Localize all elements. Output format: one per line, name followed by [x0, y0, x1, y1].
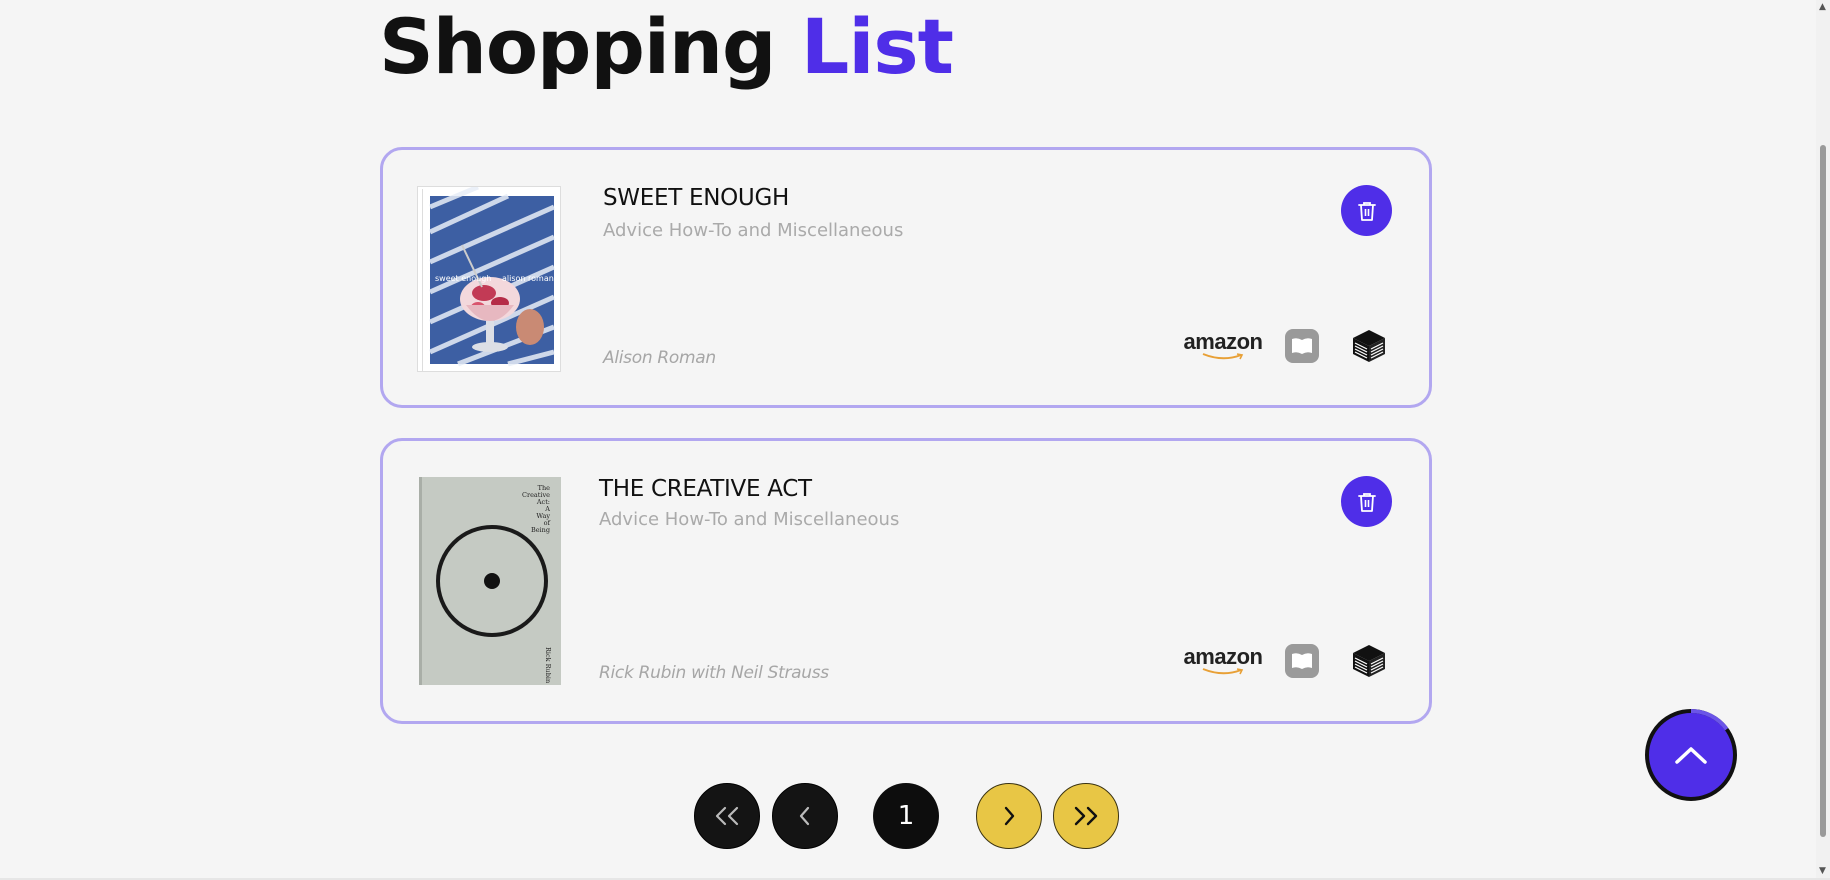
- amazon-logo: amazon: [1183, 329, 1263, 354]
- cover-title-line: Being: [531, 526, 550, 534]
- last-page-button[interactable]: [1053, 783, 1119, 849]
- amazon-logo: amazon: [1183, 644, 1263, 669]
- bookshop-icon: [1353, 645, 1385, 677]
- book-open-icon: [1292, 338, 1312, 354]
- book-open-icon: [1292, 653, 1312, 669]
- trash-icon: [1357, 201, 1376, 221]
- page-scrollbar[interactable]: ▲ ▼: [1816, 0, 1830, 880]
- bookshop-link[interactable]: [1349, 326, 1389, 366]
- next-page-button[interactable]: [976, 783, 1042, 849]
- book-author: Rick Rubin with Neil Strauss: [599, 663, 829, 683]
- scrollbar-thumb[interactable]: [1820, 145, 1826, 837]
- delete-button[interactable]: [1341, 185, 1392, 236]
- double-chevron-right-icon: [1074, 806, 1098, 826]
- store-links: amazon: [1183, 326, 1389, 366]
- sweet-enough-cover-art: sweet enough alison roman: [418, 187, 560, 371]
- scroll-to-top-button[interactable]: [1645, 709, 1737, 801]
- double-chevron-left-icon: [715, 806, 739, 826]
- amazon-smile-icon: [1202, 353, 1244, 360]
- book-card: sweet enough alison roman SWEET ENOUGH A…: [380, 147, 1432, 408]
- book-cover-image[interactable]: The Creative Act: A Way of Being Rick Ru…: [419, 477, 561, 685]
- page-title-main: Shopping: [379, 2, 776, 91]
- trash-icon: [1357, 492, 1376, 512]
- scroll-progress-ring: [1645, 709, 1737, 801]
- chevron-right-icon: [1004, 806, 1015, 826]
- book-title[interactable]: SWEET ENOUGH: [603, 185, 789, 211]
- page-title: Shopping List: [379, 2, 954, 92]
- delete-button[interactable]: [1341, 476, 1392, 527]
- current-page-number: 1: [897, 801, 915, 831]
- scroll-down-arrow-icon[interactable]: ▼: [1819, 866, 1826, 876]
- previous-page-button[interactable]: [772, 783, 838, 849]
- book-category: Advice How-To and Miscellaneous: [603, 220, 904, 241]
- amazon-link[interactable]: amazon: [1183, 641, 1263, 681]
- creative-act-cover-art: The Creative Act: A Way of Being Rick Ru…: [419, 477, 561, 685]
- amazon-smile-icon: [1202, 668, 1244, 675]
- page-title-accent: List: [800, 2, 954, 91]
- book-card: The Creative Act: A Way of Being Rick Ru…: [380, 438, 1432, 724]
- apple-books-link[interactable]: [1285, 644, 1319, 678]
- cover-text-left: sweet enough: [435, 274, 491, 283]
- scroll-up-arrow-icon[interactable]: ▲: [1819, 2, 1826, 12]
- book-author: Alison Roman: [603, 348, 716, 368]
- chevron-left-icon: [799, 806, 810, 826]
- amazon-link[interactable]: amazon: [1183, 326, 1263, 366]
- cover-text-right: alison roman: [502, 274, 554, 283]
- book-title[interactable]: THE CREATIVE ACT: [599, 476, 812, 502]
- bookshop-link[interactable]: [1349, 641, 1389, 681]
- bookshop-icon: [1353, 330, 1385, 362]
- book-cover-image[interactable]: sweet enough alison roman: [417, 186, 561, 372]
- book-category: Advice How-To and Miscellaneous: [599, 509, 900, 530]
- first-page-button[interactable]: [694, 783, 760, 849]
- cover-spine-author: Rick Rubin: [544, 647, 552, 683]
- store-links: amazon: [1183, 641, 1389, 681]
- apple-books-link[interactable]: [1285, 329, 1319, 363]
- current-page-button[interactable]: 1: [873, 783, 939, 849]
